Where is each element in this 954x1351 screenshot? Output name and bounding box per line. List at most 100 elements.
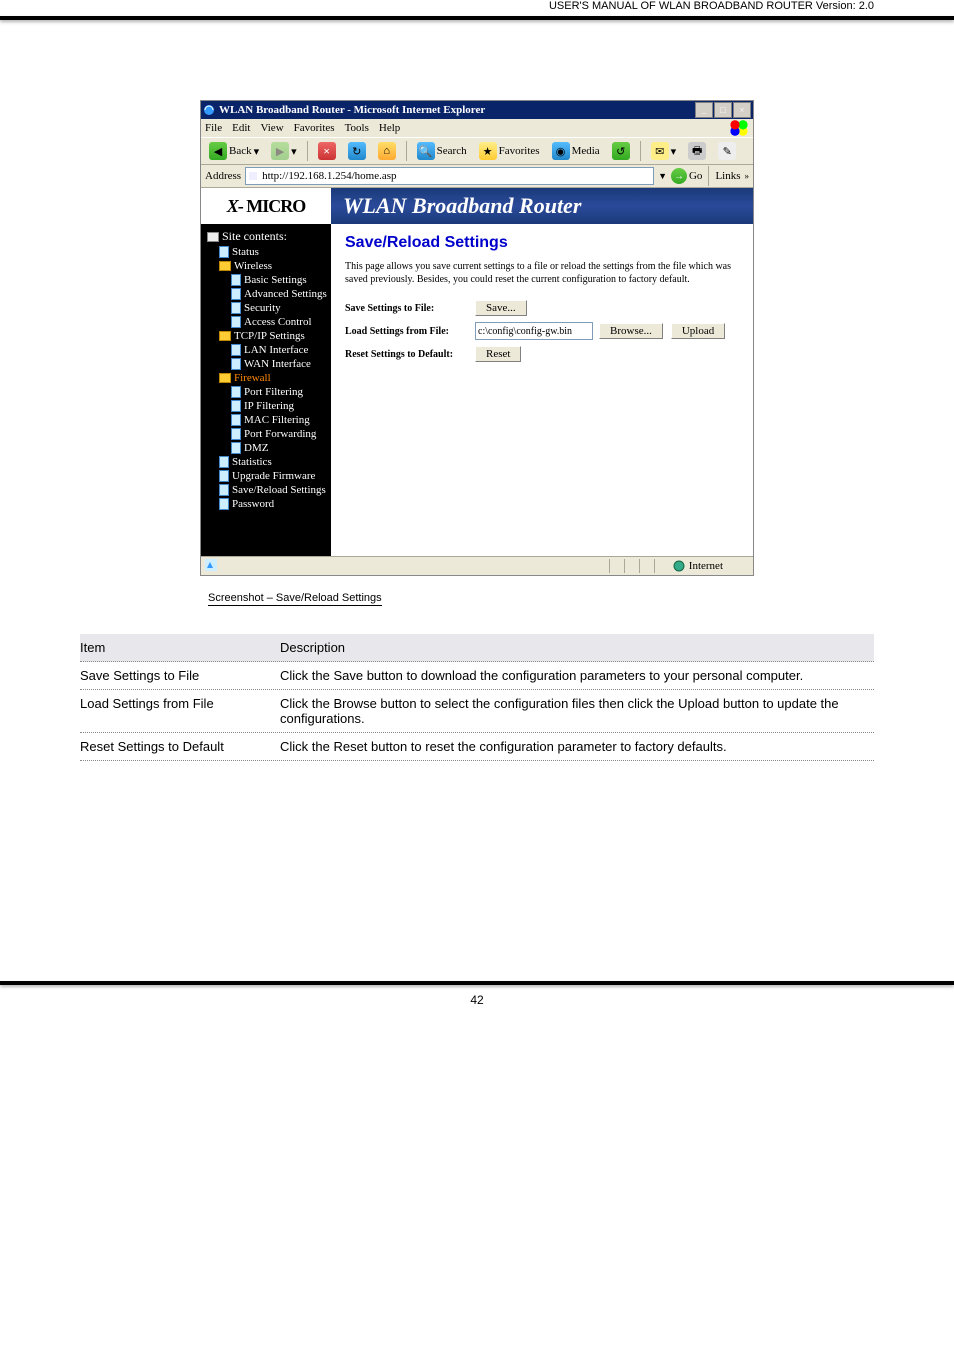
maximize-button[interactable]: □ [714,102,732,118]
page-icon [219,498,229,510]
links-label[interactable]: Links [715,170,740,182]
upload-button[interactable]: Upload [671,323,725,339]
go-icon: → [671,168,687,184]
sidebar-item-status[interactable]: Status [201,245,331,259]
address-dropdown[interactable]: ▼ [658,171,667,181]
sidebar-item-save-reload-settings[interactable]: Save/Reload Settings [201,483,331,497]
sidebar-item-access-control[interactable]: Access Control [201,315,331,329]
refresh-icon: ↻ [348,142,366,160]
page-description: This page allows you save current settin… [345,260,739,286]
mail-button[interactable]: ✉▾ [647,140,681,162]
sidebar-item-label: Password [232,498,274,510]
page-icon [231,386,241,398]
stop-button[interactable]: × [314,140,340,162]
history-button[interactable]: ↺ [608,140,634,162]
menu-edit[interactable]: Edit [232,122,250,134]
sidebar-item-label: LAN Interface [244,344,308,356]
sidebar-item-password[interactable]: Password [201,497,331,511]
status-icon [201,559,221,574]
sidebar-item-label: Port Filtering [244,386,303,398]
home-button[interactable]: ⌂ [374,140,400,162]
status-zone: Internet [669,560,753,572]
close-button[interactable]: × [733,102,751,118]
back-button[interactable]: ◀Back ▾ [205,140,263,162]
folder-icon [219,373,231,383]
menu-favorites[interactable]: Favorites [294,122,335,134]
sidebar-item-label: Firewall [234,372,271,384]
sidebar-item-wireless[interactable]: Wireless [201,259,331,273]
print-button[interactable]: 🖶 [684,140,710,162]
sidebar-item-label: Save/Reload Settings [232,484,326,496]
edit-button[interactable]: ✎ [714,140,740,162]
menu-view[interactable]: View [260,122,283,134]
media-icon: ◉ [552,142,570,160]
window-titlebar: WLAN Broadband Router - Microsoft Intern… [201,101,753,119]
print-icon: 🖶 [688,142,706,160]
page-icon [219,484,229,496]
page-icon [219,470,229,482]
sidebar-item-tcp-ip-settings[interactable]: TCP/IP Settings [201,329,331,343]
internet-icon [673,560,685,572]
search-button[interactable]: 🔍Search [413,140,471,162]
menu-help[interactable]: Help [379,122,400,134]
sidebar-item-advanced-settings[interactable]: Advanced Settings [201,287,331,301]
favorites-button[interactable]: ★Favorites [475,140,544,162]
media-button[interactable]: ◉Media [548,140,604,162]
page-icon [231,288,241,300]
window-title: WLAN Broadband Router - Microsoft Intern… [219,104,485,116]
home-icon: ⌂ [378,142,396,160]
edit-icon: ✎ [718,142,736,160]
sidebar-item-ip-filtering[interactable]: IP Filtering [201,399,331,413]
sidebar-item-dmz[interactable]: DMZ [201,441,331,455]
history-icon: ↺ [612,142,630,160]
refresh-button[interactable]: ↻ [344,140,370,162]
reset-button[interactable]: Reset [475,346,521,362]
table-row: Load Settings from FileClick the Browse … [80,690,874,733]
table-row: Save Settings to FileClick the Save butt… [80,662,874,690]
save-button[interactable]: Save... [475,300,527,316]
address-label: Address [205,170,241,182]
menu-file[interactable]: File [205,122,222,134]
forward-button[interactable]: ▶ ▾ [267,140,301,162]
back-icon: ◀ [209,142,227,160]
screenshot: WLAN Broadband Router - Microsoft Intern… [200,100,754,576]
sidebar-item-firewall[interactable]: Firewall [201,371,331,385]
address-input[interactable] [245,167,654,185]
menubar: File Edit View Favorites Tools Help [201,119,753,137]
sidebar-item-wan-interface[interactable]: WAN Interface [201,357,331,371]
banner-title: WLAN Broadband Router [331,193,753,219]
browse-button[interactable]: Browse... [599,323,663,339]
sidebar-item-security[interactable]: Security [201,301,331,315]
table-row: Reset Settings to DefaultClick the Reset… [80,733,874,761]
favorites-icon: ★ [479,142,497,160]
page-icon [231,428,241,440]
folder-icon [219,331,231,341]
sidebar-item-mac-filtering[interactable]: MAC Filtering [201,413,331,427]
sidebar-item-port-forwarding[interactable]: Port Forwarding [201,427,331,441]
sidebar-item-statistics[interactable]: Statistics [201,455,331,469]
sidebar-item-label: Wireless [234,260,272,272]
search-icon: 🔍 [417,142,435,160]
load-label: Load Settings from File: [345,326,475,337]
screenshot-caption: Screenshot – Save/Reload Settings [208,592,954,604]
go-button[interactable]: →Go [671,168,702,184]
sidebar-item-lan-interface[interactable]: LAN Interface [201,343,331,357]
pc-icon [207,232,219,242]
save-label: Save Settings to File: [345,303,475,314]
doc-header: USER'S MANUAL OF WLAN BROADBAND ROUTER V… [0,0,954,16]
sidebar-item-upgrade-firmware[interactable]: Upgrade Firmware [201,469,331,483]
banner: X- MICRO WLAN Broadband Router [201,188,753,224]
minimize-button[interactable]: _ [695,102,713,118]
load-file-input[interactable] [475,322,593,340]
menu-tools[interactable]: Tools [345,122,369,134]
page-icon [231,442,241,454]
sidebar-item-port-filtering[interactable]: Port Filtering [201,385,331,399]
page-icon [231,358,241,370]
sidebar-item-label: Port Forwarding [244,428,316,440]
page-icon [231,400,241,412]
page-icon [231,274,241,286]
windows-logo-icon [729,120,749,136]
table-header: ItemDescription [80,634,874,662]
sidebar-item-basic-settings[interactable]: Basic Settings [201,273,331,287]
address-bar: Address ▼ →Go Links » [201,165,753,188]
